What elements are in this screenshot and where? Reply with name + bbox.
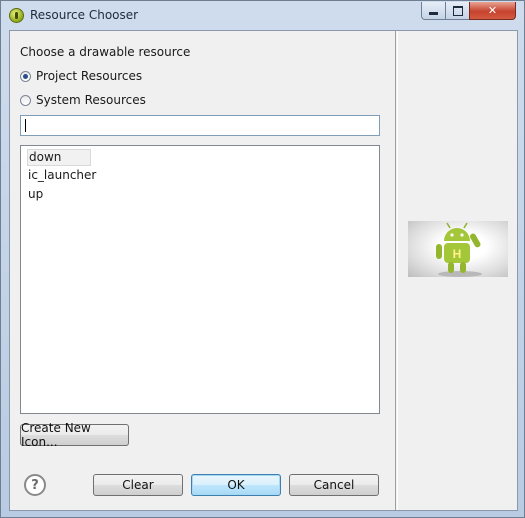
create-new-icon-button[interactable]: Create New Icon... <box>20 421 129 449</box>
preview-pane: H <box>399 31 517 510</box>
ok-button[interactable]: OK <box>191 474 281 496</box>
close-button[interactable]: ✕ <box>469 2 516 20</box>
radio-system-resources[interactable]: System Resources <box>20 93 146 107</box>
prompt-label: Choose a drawable resource <box>20 45 191 59</box>
clear-button[interactable]: Clear <box>93 474 183 496</box>
radio-project-resources[interactable]: Project Resources <box>20 69 142 83</box>
radio-project-label[interactable]: Project Resources <box>36 69 142 83</box>
list-item-ic-launcher[interactable]: ic_launcher <box>27 167 96 184</box>
title-bar[interactable]: Resource Chooser ✕ <box>1 1 524 30</box>
resource-list[interactable]: down ic_launcher up <box>20 145 380 414</box>
pane-divider[interactable] <box>395 31 398 510</box>
minimize-button[interactable] <box>421 2 446 20</box>
text-caret <box>25 119 26 132</box>
close-icon: ✕ <box>487 4 498 17</box>
minimize-icon <box>429 12 438 15</box>
help-icon[interactable]: ? <box>24 474 46 496</box>
resource-preview-image: H <box>408 221 508 277</box>
dialog-content: Choose a drawable resource Project Resou… <box>9 30 518 511</box>
radio-checked-icon[interactable] <box>20 70 31 82</box>
radio-unchecked-icon[interactable] <box>20 94 31 106</box>
maximize-icon <box>452 5 463 16</box>
maximize-button[interactable] <box>445 2 470 20</box>
list-item-up[interactable]: up <box>27 186 43 203</box>
list-item-down[interactable]: down <box>27 149 91 166</box>
radio-system-label[interactable]: System Resources <box>36 93 146 107</box>
resource-chooser-dialog: Resource Chooser ✕ Choose a drawable res… <box>0 0 525 518</box>
eclipse-app-icon <box>9 8 24 23</box>
window-title: Resource Chooser <box>30 8 139 22</box>
chooser-pane: Choose a drawable resource Project Resou… <box>10 31 395 510</box>
android-robot-icon: H <box>436 222 482 277</box>
preview-letter: H <box>453 247 462 261</box>
filter-input[interactable] <box>20 115 380 136</box>
cancel-button[interactable]: Cancel <box>289 474 379 496</box>
